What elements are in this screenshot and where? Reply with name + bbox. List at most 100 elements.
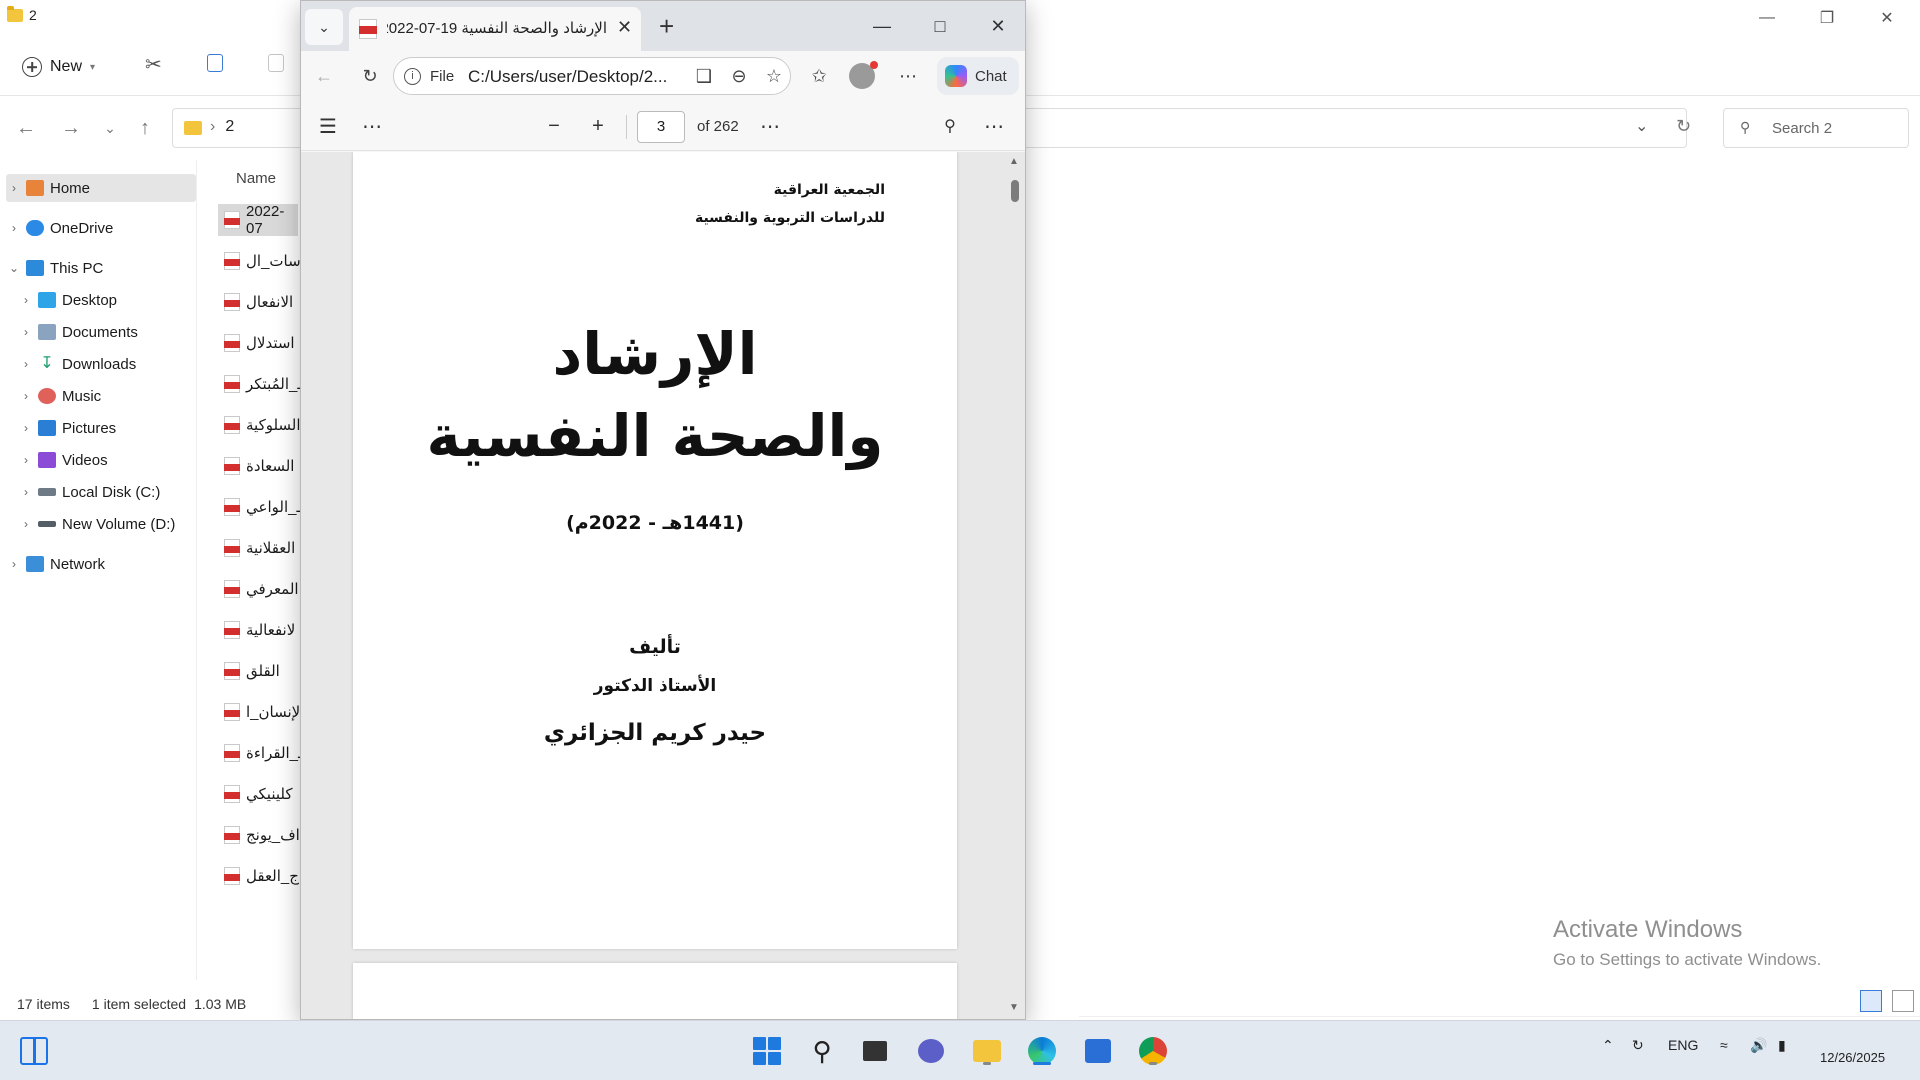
- file-row[interactable]: الإنسان_ا: [218, 696, 304, 728]
- file-row[interactable]: الانفعال: [218, 286, 298, 318]
- start-button[interactable]: [749, 1033, 785, 1069]
- search-icon[interactable]: ⚲: [937, 113, 963, 139]
- close-button[interactable]: ✕: [1864, 0, 1910, 36]
- file-name: استدلال: [246, 335, 295, 352]
- sidebar-item-desktop[interactable]: › Desktop: [18, 286, 117, 314]
- refresh-icon[interactable]: ↻: [1676, 116, 1691, 137]
- sidebar-item-music[interactable]: › Music: [18, 382, 101, 410]
- volume-icon[interactable]: 🔊: [1750, 1037, 1767, 1054]
- sidebar-item-home[interactable]: › Home: [6, 174, 196, 202]
- sidebar-item-downloads[interactable]: › ↧ Downloads: [18, 350, 136, 378]
- language-indicator[interactable]: ENG: [1668, 1037, 1698, 1053]
- search-input[interactable]: ⚲ Search 2: [1723, 108, 1909, 148]
- zoom-out-icon[interactable]: ⊖: [726, 63, 752, 89]
- tray-overflow-icon[interactable]: ⌃: [1602, 1037, 1614, 1054]
- more-tools-icon[interactable]: ⋯: [359, 113, 385, 139]
- minimize-button[interactable]: —: [859, 8, 905, 44]
- favorites-icon[interactable]: ✩: [806, 63, 832, 89]
- table-of-contents-icon[interactable]: ☰: [315, 113, 341, 139]
- sidebar-item-network[interactable]: › Network: [6, 550, 105, 578]
- sidebar-item-videos[interactable]: › Videos: [18, 446, 108, 474]
- sidebar-item-this-pc[interactable]: ⌄ This PC: [6, 254, 103, 282]
- more-view-options-icon[interactable]: ⋯: [757, 113, 783, 139]
- file-row[interactable]: سات_ال: [218, 245, 301, 277]
- maximize-button[interactable]: □: [917, 8, 963, 44]
- close-tab-icon[interactable]: ✕: [617, 17, 632, 38]
- minimize-button[interactable]: —: [1744, 0, 1790, 36]
- file-row[interactable]: ج_العقل: [218, 860, 299, 892]
- read-aloud-icon[interactable]: ❑: [691, 63, 717, 89]
- file-row[interactable]: السلوكية: [218, 409, 301, 441]
- new-button[interactable]: New ▾: [22, 52, 95, 82]
- pane-divider[interactable]: [196, 160, 197, 980]
- store-icon[interactable]: [1080, 1033, 1116, 1069]
- file-row[interactable]: المعرفي: [218, 573, 299, 605]
- paste-icon[interactable]: [268, 54, 284, 72]
- teams-icon[interactable]: [913, 1033, 949, 1069]
- info-icon[interactable]: i: [404, 68, 421, 85]
- pdf-viewer[interactable]: الجمعية العراقية للدراسات التربوية والنف…: [301, 152, 1025, 1019]
- chrome-icon[interactable]: [1135, 1033, 1171, 1069]
- file-row[interactable]: ـ_القراءة: [218, 737, 302, 769]
- copy-icon[interactable]: [207, 54, 223, 72]
- tiles-view-icon[interactable]: [1892, 990, 1914, 1012]
- address-path[interactable]: › 2: [210, 118, 234, 136]
- sidebar-item-pictures[interactable]: › Pictures: [18, 414, 116, 442]
- battery-icon[interactable]: ▮: [1778, 1037, 1786, 1054]
- sidebar-item-new-volume-d[interactable]: › New Volume (D:): [18, 510, 175, 538]
- back-arrow-icon[interactable]: ←: [12, 114, 40, 142]
- file-row[interactable]: ـ_المُبتكر: [218, 368, 302, 400]
- view-toggle: [1860, 990, 1914, 1012]
- scrollbar-thumb[interactable]: [1011, 180, 1019, 202]
- file-row[interactable]: استدلال: [218, 327, 298, 359]
- column-header-name[interactable]: Name: [236, 170, 276, 187]
- sidebar-item-documents[interactable]: › Documents: [18, 318, 138, 346]
- pdf-scrollbar[interactable]: ▲ ▼: [1007, 152, 1023, 1019]
- up-arrow-icon[interactable]: ↑: [131, 114, 159, 142]
- file-row[interactable]: العقلانية: [218, 532, 298, 564]
- file-row[interactable]: ـ_الواعي: [218, 491, 301, 523]
- file-row[interactable]: السعادة: [218, 450, 298, 482]
- file-row[interactable]: القلق: [218, 655, 298, 687]
- chat-button[interactable]: Chat: [937, 57, 1019, 95]
- favorite-star-icon[interactable]: ☆: [761, 63, 787, 89]
- zoom-in-icon[interactable]: +: [585, 113, 611, 139]
- refresh-icon[interactable]: ↻: [357, 63, 383, 89]
- file-explorer-taskbar-icon[interactable]: [969, 1033, 1005, 1069]
- scroll-up-icon[interactable]: ▲: [1009, 156, 1019, 167]
- sidebar-item-local-disk-c[interactable]: › Local Disk (C:): [18, 478, 160, 506]
- widgets-icon[interactable]: [20, 1037, 48, 1065]
- recent-locations-icon[interactable]: ⌄: [96, 114, 124, 142]
- file-row[interactable]: كلينيكي: [218, 778, 298, 810]
- activate-windows-watermark: Activate Windows Go to Settings to activ…: [1553, 916, 1821, 970]
- zoom-out-icon[interactable]: −: [541, 113, 567, 139]
- scroll-down-icon[interactable]: ▼: [1009, 1002, 1019, 1013]
- restore-button[interactable]: ❐: [1804, 0, 1850, 36]
- more-options-icon[interactable]: ⋯: [895, 63, 921, 89]
- address-dropdown-icon[interactable]: ⌄: [1635, 116, 1648, 136]
- edge-taskbar-icon[interactable]: [1024, 1033, 1060, 1069]
- breadcrumb-folder[interactable]: 2: [225, 118, 234, 135]
- search-icon[interactable]: ⚲: [804, 1033, 840, 1069]
- taskbar-date[interactable]: 12/26/2025: [1820, 1050, 1885, 1065]
- file-row[interactable]: لانفعالية: [218, 614, 298, 646]
- page-number-input[interactable]: 3: [637, 111, 685, 143]
- sync-status-icon[interactable]: ↻: [1632, 1037, 1644, 1054]
- more-options-icon[interactable]: ⋯: [981, 113, 1007, 139]
- chevron-down-icon: ⌄: [8, 261, 20, 275]
- forward-arrow-icon[interactable]: →: [57, 114, 85, 142]
- cut-icon[interactable]: ✂: [145, 52, 162, 77]
- sidebar-item-onedrive[interactable]: › OneDrive: [6, 214, 113, 242]
- wifi-icon[interactable]: ≈: [1720, 1037, 1728, 1053]
- back-arrow-icon[interactable]: ←: [311, 63, 337, 89]
- tab-pdf-document[interactable]: الإرشاد والصحة النفسية 19-07-2022 ✕: [349, 7, 641, 51]
- new-tab-icon[interactable]: +: [659, 11, 674, 42]
- cloud-icon: [26, 220, 44, 236]
- close-button[interactable]: ✕: [975, 8, 1021, 44]
- tab-actions-menu-icon[interactable]: ⌄: [305, 9, 343, 45]
- details-view-icon[interactable]: [1860, 990, 1882, 1012]
- profile-avatar[interactable]: [849, 61, 878, 89]
- file-row[interactable]: 2022-07: [218, 203, 298, 237]
- task-view-icon[interactable]: [857, 1033, 893, 1069]
- file-row[interactable]: اف_يونج: [218, 819, 300, 851]
